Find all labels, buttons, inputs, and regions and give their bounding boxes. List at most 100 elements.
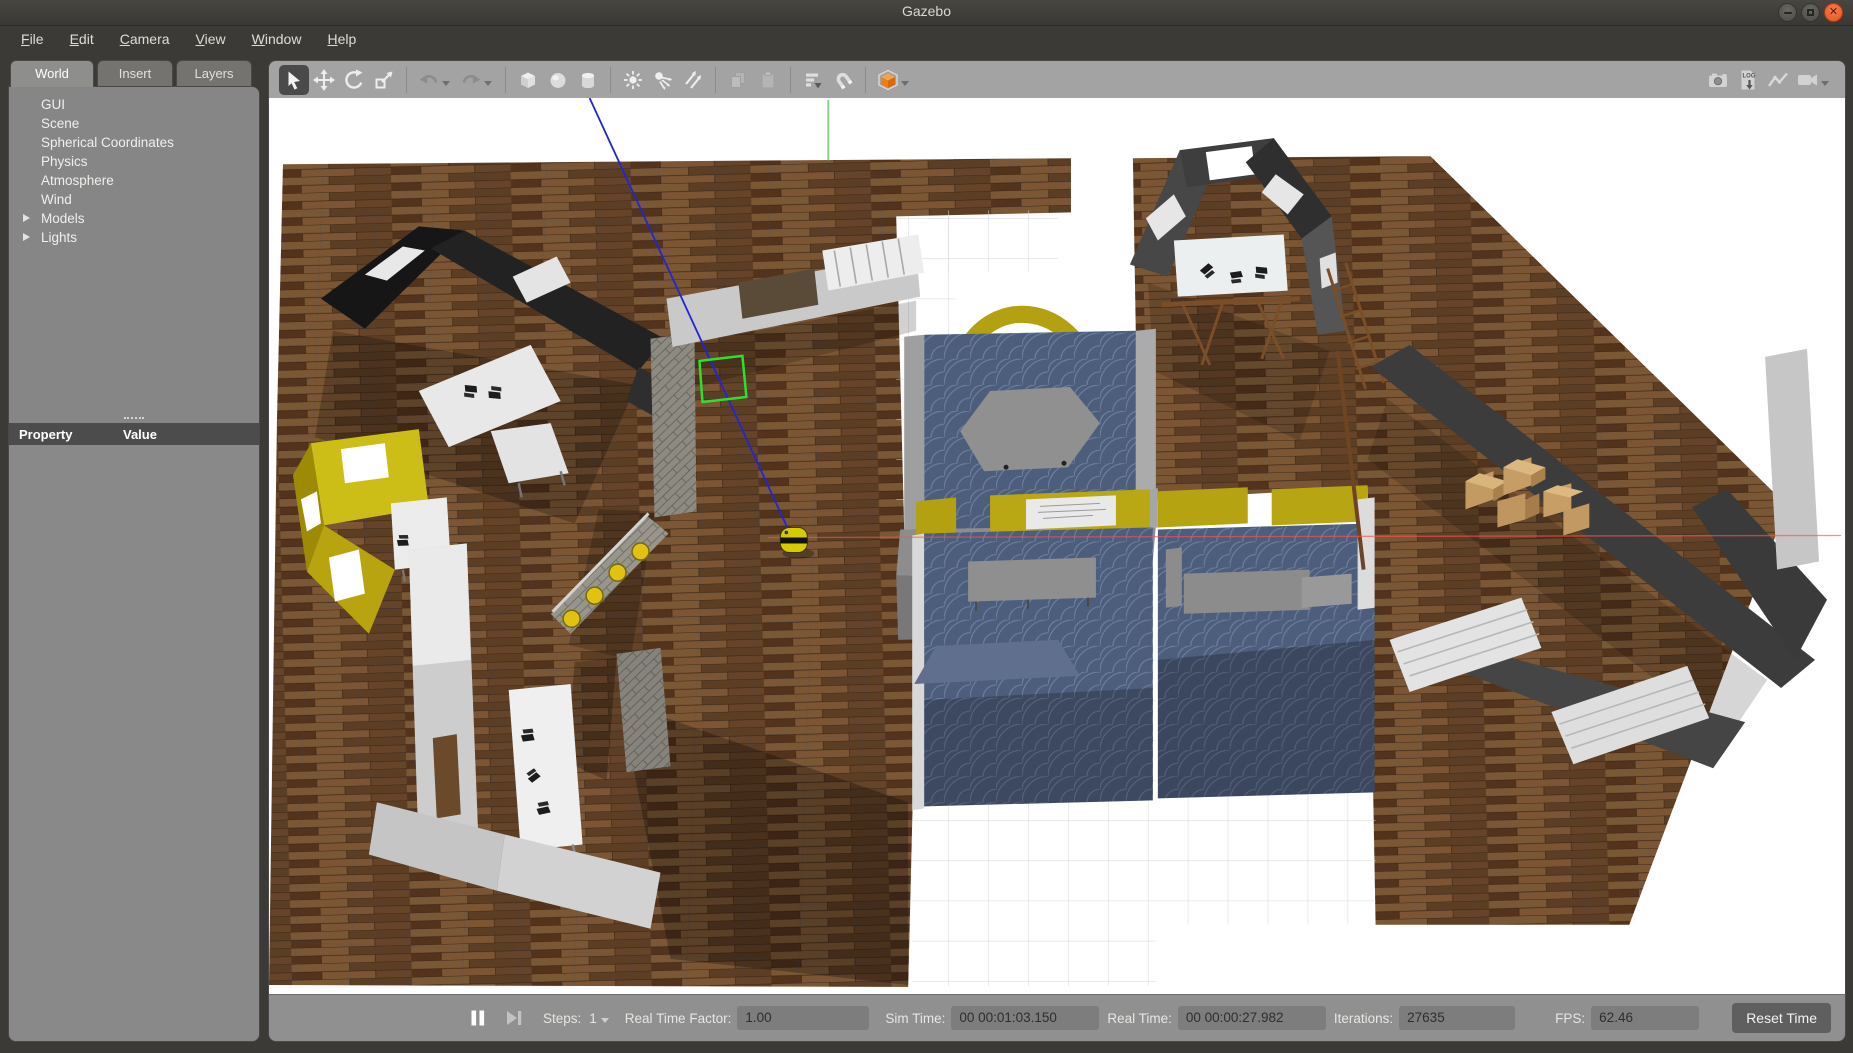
lounge-rooms[interactable] bbox=[912, 485, 1374, 810]
svg-text:LOG: LOG bbox=[1743, 73, 1756, 79]
undo-icon bbox=[418, 69, 440, 91]
copy-button[interactable] bbox=[723, 65, 753, 95]
undo-button[interactable] bbox=[414, 65, 444, 95]
tab-layers[interactable]: Layers bbox=[176, 60, 252, 87]
tree-item-atmosphere[interactable]: Atmosphere bbox=[9, 171, 259, 190]
maximize-button[interactable] bbox=[1801, 3, 1820, 22]
directional-light-icon bbox=[682, 69, 704, 91]
toolbar-separator bbox=[865, 67, 866, 93]
step-icon bbox=[505, 1009, 523, 1027]
tree-item-gui[interactable]: GUI bbox=[9, 95, 259, 114]
table-three-laptops[interactable] bbox=[509, 684, 583, 863]
expand-arrow-icon[interactable] bbox=[23, 233, 30, 241]
close-icon: ✕ bbox=[1829, 7, 1838, 18]
select-tool-button[interactable] bbox=[279, 65, 309, 95]
align-button[interactable] bbox=[798, 65, 828, 95]
splitter-handle-icon bbox=[124, 417, 144, 419]
menu-edit[interactable]: Edit bbox=[59, 28, 105, 50]
view-angle-dropdown-icon[interactable] bbox=[901, 81, 909, 86]
select-arrow-icon bbox=[283, 69, 305, 91]
real-time-factor-label: Real Time Factor: bbox=[625, 1011, 732, 1026]
directional-light-button[interactable] bbox=[678, 65, 708, 95]
steps-label: Steps: bbox=[543, 1011, 581, 1026]
pause-button[interactable] bbox=[465, 1005, 491, 1031]
property-table-header: Property Value bbox=[9, 423, 259, 445]
spot-light-button[interactable] bbox=[648, 65, 678, 95]
paste-icon bbox=[757, 69, 779, 91]
toolbar-separator bbox=[715, 67, 716, 93]
plot-button[interactable] bbox=[1763, 65, 1793, 95]
paste-button[interactable] bbox=[753, 65, 783, 95]
tree-item-lights[interactable]: Lights bbox=[9, 228, 259, 247]
point-light-icon bbox=[622, 69, 644, 91]
title-bar[interactable]: Gazebo ✕ bbox=[0, 0, 1853, 26]
point-light-button[interactable] bbox=[618, 65, 648, 95]
expand-arrow-icon[interactable] bbox=[23, 214, 30, 222]
plot-icon bbox=[1766, 69, 1790, 91]
panel-splitter[interactable] bbox=[9, 413, 259, 423]
stone-pillar-upper[interactable] bbox=[651, 333, 697, 518]
fps-field[interactable]: 62.46 bbox=[1591, 1006, 1699, 1030]
main-area: LOG bbox=[268, 60, 1846, 1042]
redo-history-dropdown-icon[interactable] bbox=[484, 81, 492, 86]
tree-item-wind[interactable]: Wind bbox=[9, 190, 259, 209]
pause-icon bbox=[469, 1009, 487, 1027]
insert-sphere-button[interactable] bbox=[543, 65, 573, 95]
undo-history-dropdown-icon[interactable] bbox=[442, 81, 450, 86]
rotate-tool-button[interactable] bbox=[339, 65, 369, 95]
copy-icon bbox=[727, 69, 749, 91]
window-title: Gazebo bbox=[0, 3, 1853, 19]
rotate-icon bbox=[343, 69, 365, 91]
step-button[interactable] bbox=[501, 1005, 527, 1031]
gazebo-window: { "window": { "title": "Gazebo", "contro… bbox=[0, 0, 1853, 1053]
tab-world[interactable]: World bbox=[10, 60, 94, 87]
render-viewport[interactable] bbox=[268, 98, 1846, 994]
minimize-icon bbox=[1784, 12, 1792, 14]
screenshot-button[interactable] bbox=[1703, 65, 1733, 95]
close-button[interactable]: ✕ bbox=[1824, 3, 1843, 22]
translate-tool-button[interactable] bbox=[309, 65, 339, 95]
menu-help[interactable]: Help bbox=[316, 28, 367, 50]
steps-value[interactable]: 1 bbox=[589, 1011, 597, 1026]
sphere-icon bbox=[547, 69, 569, 91]
menu-view[interactable]: View bbox=[185, 28, 237, 50]
toolbar-separator bbox=[790, 67, 791, 93]
iterations-field[interactable]: 27635 bbox=[1399, 1006, 1515, 1030]
menu-bar: File Edit Camera View Window Help bbox=[0, 26, 1853, 52]
menu-file[interactable]: File bbox=[10, 28, 55, 50]
world-panel: GUI Scene Spherical Coordinates Physics … bbox=[8, 86, 260, 1042]
minimize-button[interactable] bbox=[1778, 3, 1797, 22]
toolbar-separator bbox=[505, 67, 506, 93]
side-panel: World Insert Layers GUI Scene Spherical … bbox=[8, 60, 260, 1042]
real-time-field[interactable]: 00 00:00:27.982 bbox=[1178, 1006, 1326, 1030]
video-record-button[interactable] bbox=[1793, 65, 1823, 95]
tree-item-spherical-coordinates[interactable]: Spherical Coordinates bbox=[9, 133, 259, 152]
property-column-header: Property bbox=[9, 427, 119, 442]
status-bar: Steps: 1 Real Time Factor: 1.00 Sim Time… bbox=[268, 994, 1846, 1042]
tree-item-scene[interactable]: Scene bbox=[9, 114, 259, 133]
scene-canvas[interactable] bbox=[269, 98, 1845, 994]
log-record-button[interactable]: LOG bbox=[1733, 65, 1763, 95]
sim-time-field[interactable]: 00 00:01:03.150 bbox=[951, 1006, 1099, 1030]
redo-button[interactable] bbox=[456, 65, 486, 95]
reset-time-button[interactable]: Reset Time bbox=[1732, 1003, 1831, 1033]
window-controls: ✕ bbox=[1778, 3, 1843, 22]
box-icon bbox=[517, 69, 539, 91]
tree-item-models[interactable]: Models bbox=[9, 209, 259, 228]
real-time-factor-field[interactable]: 1.00 bbox=[737, 1006, 869, 1030]
snap-button[interactable] bbox=[828, 65, 858, 95]
menu-camera[interactable]: Camera bbox=[109, 28, 181, 50]
tree-item-physics[interactable]: Physics bbox=[9, 152, 259, 171]
insert-box-button[interactable] bbox=[513, 65, 543, 95]
view-angle-button[interactable] bbox=[873, 65, 903, 95]
property-table-body[interactable] bbox=[9, 445, 259, 1041]
scale-tool-button[interactable] bbox=[369, 65, 399, 95]
panel-tabs: World Insert Layers bbox=[10, 60, 260, 87]
redo-icon bbox=[460, 69, 482, 91]
menu-window[interactable]: Window bbox=[241, 28, 313, 50]
insert-cylinder-button[interactable] bbox=[573, 65, 603, 95]
steps-dropdown-icon[interactable] bbox=[601, 1018, 609, 1023]
tab-insert[interactable]: Insert bbox=[97, 60, 173, 87]
video-dropdown-icon[interactable] bbox=[1821, 81, 1829, 86]
bookshelf[interactable] bbox=[409, 543, 479, 854]
